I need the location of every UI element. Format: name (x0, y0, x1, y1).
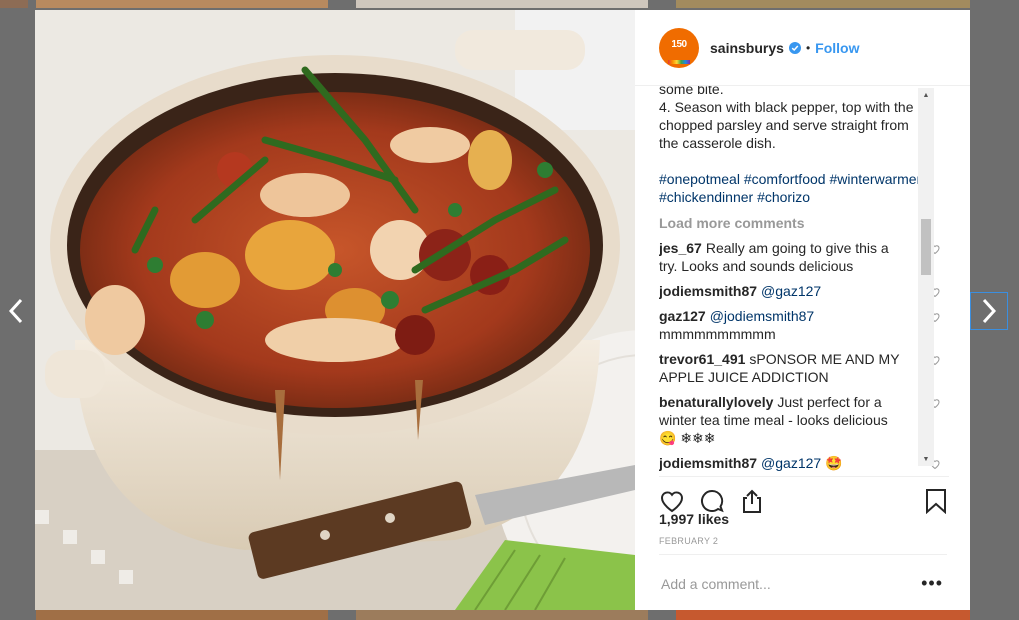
comment-text: mmmmmmmmmm (659, 326, 776, 342)
hashtag-link[interactable]: #chorizo (757, 189, 810, 205)
scroll-down-arrow-icon[interactable]: ▼ (918, 452, 934, 466)
load-more-comments-button[interactable]: Load more comments (659, 214, 949, 232)
add-comment-bar: ••• (659, 554, 947, 610)
comment-item: benaturallylovely Just perfect for a wint… (659, 393, 949, 447)
scroll-up-arrow-icon[interactable]: ▲ (918, 88, 934, 102)
caption-line: 4. Season with black pepper, top with th… (659, 99, 914, 115)
comment-item: jodiemsmith87 @gaz127 (659, 282, 949, 300)
comment-mention[interactable]: @jodiemsmith87 (710, 308, 814, 324)
username[interactable]: sainsburys (710, 40, 784, 56)
comment-username[interactable]: jodiemsmith87 (659, 283, 757, 299)
previous-post-button[interactable] (0, 292, 35, 330)
comment-username[interactable]: gaz127 (659, 308, 706, 324)
background-tile (0, 0, 28, 8)
avatar[interactable]: 150 (659, 27, 699, 68)
post-date[interactable]: FEBRUARY 2 (659, 536, 718, 546)
comment-username[interactable]: jodiemsmith87 (659, 455, 757, 471)
caption-line: some bite. (659, 86, 724, 97)
background-tile (36, 0, 328, 8)
hashtag-link[interactable]: #comfortfood (744, 171, 826, 187)
scroll-thumb[interactable] (921, 219, 931, 275)
chevron-left-icon (8, 298, 23, 324)
comment-item: trevor61_491 sPONSOR ME AND MY APPLE JUIC… (659, 350, 949, 386)
hashtag-link[interactable]: #onepotmeal (659, 171, 740, 187)
comments-scrollbar[interactable]: ▲ ▼ (918, 88, 934, 466)
comment-item: gaz127 @jodiemsmith87 mmmmmmmmmm (659, 307, 949, 343)
comment-username[interactable]: benaturallylovely (659, 394, 773, 410)
chevron-right-icon (982, 298, 997, 324)
background-tile (356, 610, 648, 620)
background-tile (676, 610, 970, 620)
caption-line: chopped parsley and serve straight from (659, 117, 909, 133)
caption-line: the casserole dish. (659, 135, 776, 151)
comment-input[interactable] (659, 575, 903, 593)
next-post-button[interactable] (970, 292, 1008, 330)
likes-count[interactable]: 1,997 likes (659, 511, 729, 527)
background-tile (36, 610, 328, 620)
follow-button[interactable]: Follow (815, 40, 859, 56)
share-icon[interactable] (739, 488, 765, 514)
comment-username[interactable]: jes_67 (659, 240, 702, 256)
comment-item: jodiemsmith87 @gaz127 🤩 (659, 454, 949, 472)
post-modal: 150 sainsburys • Follow some bite. 4. Se… (35, 10, 970, 610)
comment-username[interactable]: trevor61_491 (659, 351, 745, 367)
post-header: 150 sainsburys • Follow (635, 10, 970, 86)
comment-mention[interactable]: @gaz127 (761, 283, 821, 299)
post-photo[interactable] (35, 10, 635, 610)
bookmark-icon[interactable] (923, 488, 949, 514)
comment-text: 🤩 (825, 455, 843, 471)
verified-badge-icon (788, 41, 801, 54)
caption: some bite. 4. Season with black pepper, … (659, 86, 949, 152)
more-options-button[interactable]: ••• (921, 573, 943, 594)
avatar-rainbow-stripe (668, 59, 690, 64)
hashtag-link[interactable]: #winterwarmer (829, 171, 921, 187)
hashtags: #onepotmeal #comfortfood #winterwarmer #… (659, 170, 949, 206)
comment-mention[interactable]: @gaz127 (761, 455, 821, 471)
hashtag-link[interactable]: #chickendinner (659, 189, 753, 205)
separator-dot: • (805, 40, 811, 55)
background-tile (676, 0, 970, 8)
comments-list: some bite. 4. Season with black pepper, … (659, 86, 949, 476)
comment-item: jes_67 Really am going to give this a try… (659, 239, 949, 275)
casserole-dish-image (35, 10, 635, 610)
avatar-label: 150 (671, 39, 687, 50)
background-tile (356, 0, 648, 8)
